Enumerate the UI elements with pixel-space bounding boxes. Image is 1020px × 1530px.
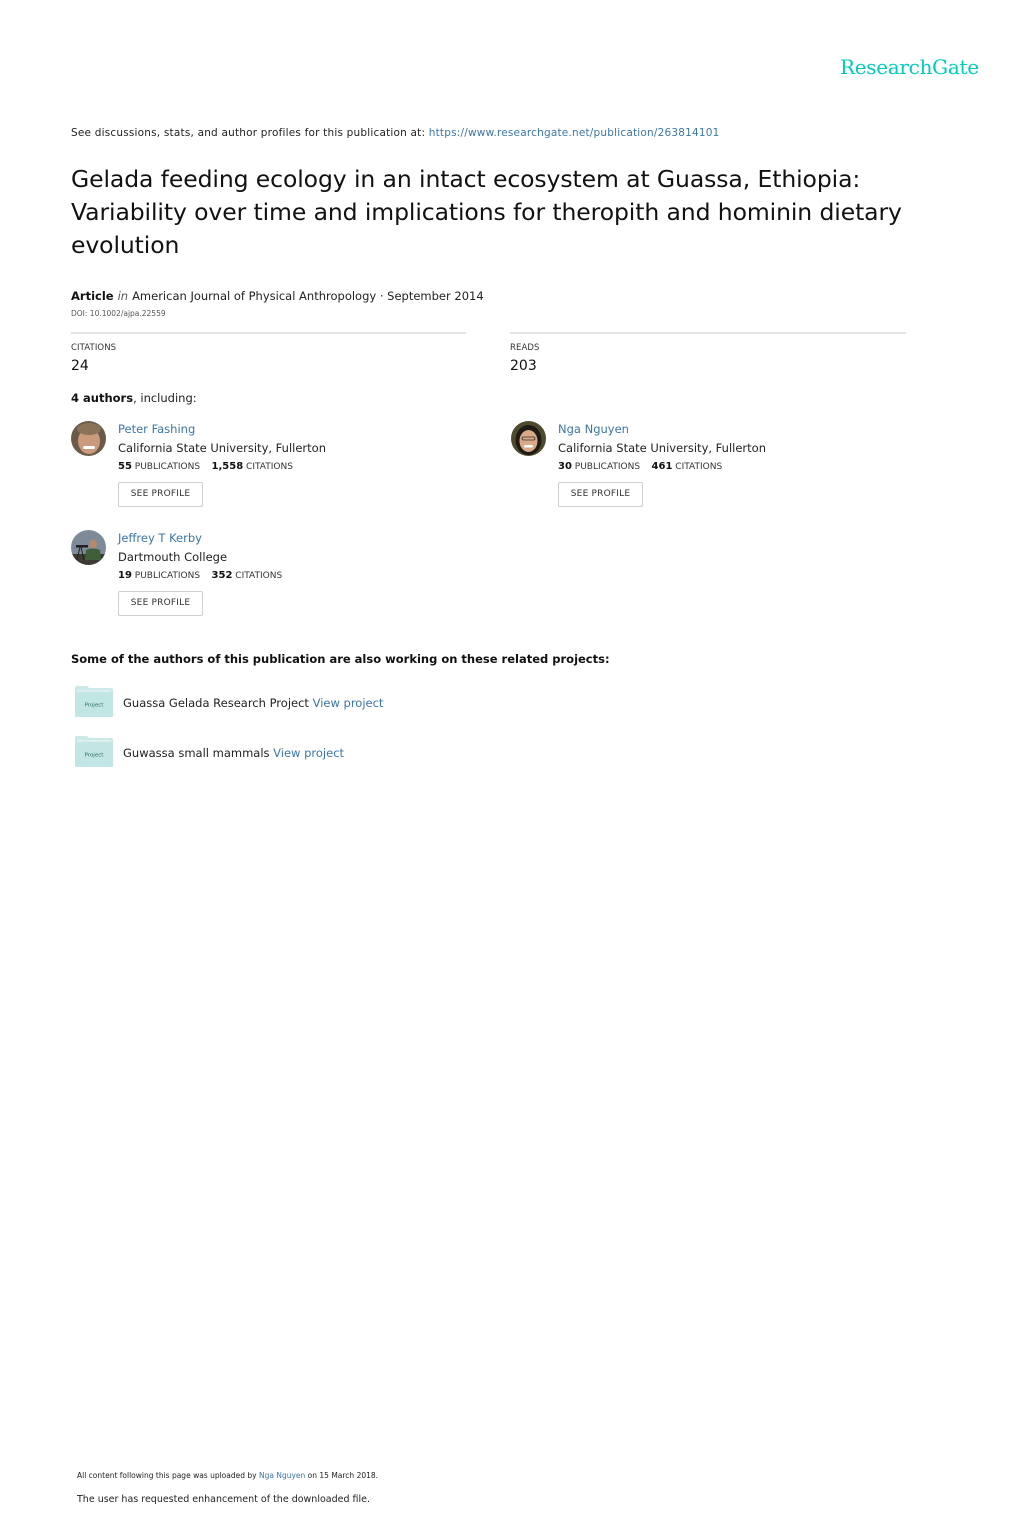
citations-label: CITATIONS	[235, 571, 283, 581]
project-name: Guwassa small mammals	[123, 746, 270, 760]
citations-label: CITATIONS	[246, 462, 293, 472]
publications-count: 19	[118, 570, 132, 581]
avatar-nga-nguyen[interactable]	[511, 421, 546, 456]
project-folder-icon: Project	[75, 685, 113, 717]
project-item: Guwassa small mammals View project	[123, 746, 344, 760]
enhancement-note: The user has requested enhancement of th…	[77, 1494, 371, 1505]
author-name-link[interactable]: Jeffrey T Kerby	[118, 531, 202, 545]
authors-intro: 4 authors, including:	[71, 391, 197, 405]
publications-count: 55	[118, 461, 132, 472]
publications-label: PUBLICATIONS	[134, 462, 201, 472]
view-project-link[interactable]: View project	[273, 746, 344, 760]
publications-label: PUBLICATIONS	[134, 571, 201, 581]
author-stats: 19 PUBLICATIONS 352 CITATIONS	[118, 570, 282, 581]
publication-url-link[interactable]: https://www.researchgate.net/publication…	[429, 127, 720, 139]
project-folder-icon: Project	[75, 735, 113, 767]
project-name: Guassa Gelada Research Project	[123, 696, 309, 710]
author-name-link[interactable]: Nga Nguyen	[558, 422, 629, 436]
see-profile-button[interactable]: SEE PROFILE	[558, 482, 643, 507]
avatar-photo-icon	[511, 421, 546, 456]
author-institution: California State University, Fullerton	[558, 441, 766, 455]
related-projects-heading: Some of the authors of this publication …	[71, 652, 610, 666]
publication-intro: See discussions, stats, and author profi…	[71, 127, 720, 139]
avatar-jeffrey-kerby[interactable]	[71, 530, 106, 565]
avatar-photo-icon	[71, 421, 106, 456]
reads-value: 203	[510, 358, 537, 374]
citations-value: 24	[71, 358, 89, 374]
upload-suffix: on 15 March 2018.	[305, 1471, 379, 1480]
author-institution: Dartmouth College	[118, 550, 228, 564]
publication-type: Article	[71, 289, 114, 303]
citations-count: 352	[211, 570, 233, 581]
publications-label: PUBLICATIONS	[574, 462, 641, 472]
avatar-peter-fashing[interactable]	[71, 421, 106, 456]
see-profile-button[interactable]: SEE PROFILE	[118, 591, 203, 616]
author-stats: 55 PUBLICATIONS 1,558 CITATIONS	[118, 461, 293, 472]
author-institution: California State University, Fullerton	[118, 441, 326, 455]
publications-count: 30	[558, 461, 572, 472]
see-profile-button[interactable]: SEE PROFILE	[118, 482, 203, 507]
project-item: Guassa Gelada Research Project View proj…	[123, 696, 383, 710]
upload-info: All content following this page was uplo…	[77, 1471, 378, 1480]
intro-text: See discussions, stats, and author profi…	[71, 127, 429, 139]
view-project-link[interactable]: View project	[313, 696, 384, 710]
divider-right	[510, 332, 906, 334]
project-icon-label: Project	[85, 753, 105, 759]
author-name-link[interactable]: Peter Fashing	[118, 422, 195, 436]
author-stats: 30 PUBLICATIONS 461 CITATIONS	[558, 461, 722, 472]
journal-date: American Journal of Physical Anthropolog…	[132, 289, 484, 303]
doi: DOI: 10.1002/ajpa.22559	[71, 309, 166, 318]
avatar-photo-icon	[71, 530, 106, 565]
in-label: in	[117, 289, 129, 303]
divider-left	[71, 332, 466, 334]
authors-count: 4 authors	[71, 391, 134, 405]
authors-suffix: , including:	[133, 391, 197, 405]
researchgate-logo[interactable]: ResearchGate	[840, 55, 979, 79]
uploader-link[interactable]: Nga Nguyen	[259, 1471, 305, 1480]
citations-count: 1,558	[211, 461, 244, 472]
citations-count: 461	[651, 461, 673, 472]
upload-prefix: All content following this page was uplo…	[77, 1471, 259, 1480]
project-icon-label: Project	[85, 703, 105, 709]
citations-label: CITATIONS	[675, 462, 723, 472]
reads-label: READS	[510, 343, 540, 353]
publication-meta: Article in American Journal of Physical An…	[71, 289, 484, 303]
citations-label: CITATIONS	[71, 343, 117, 353]
publication-title: Gelada feeding ecology in an intact ecos…	[71, 165, 902, 259]
